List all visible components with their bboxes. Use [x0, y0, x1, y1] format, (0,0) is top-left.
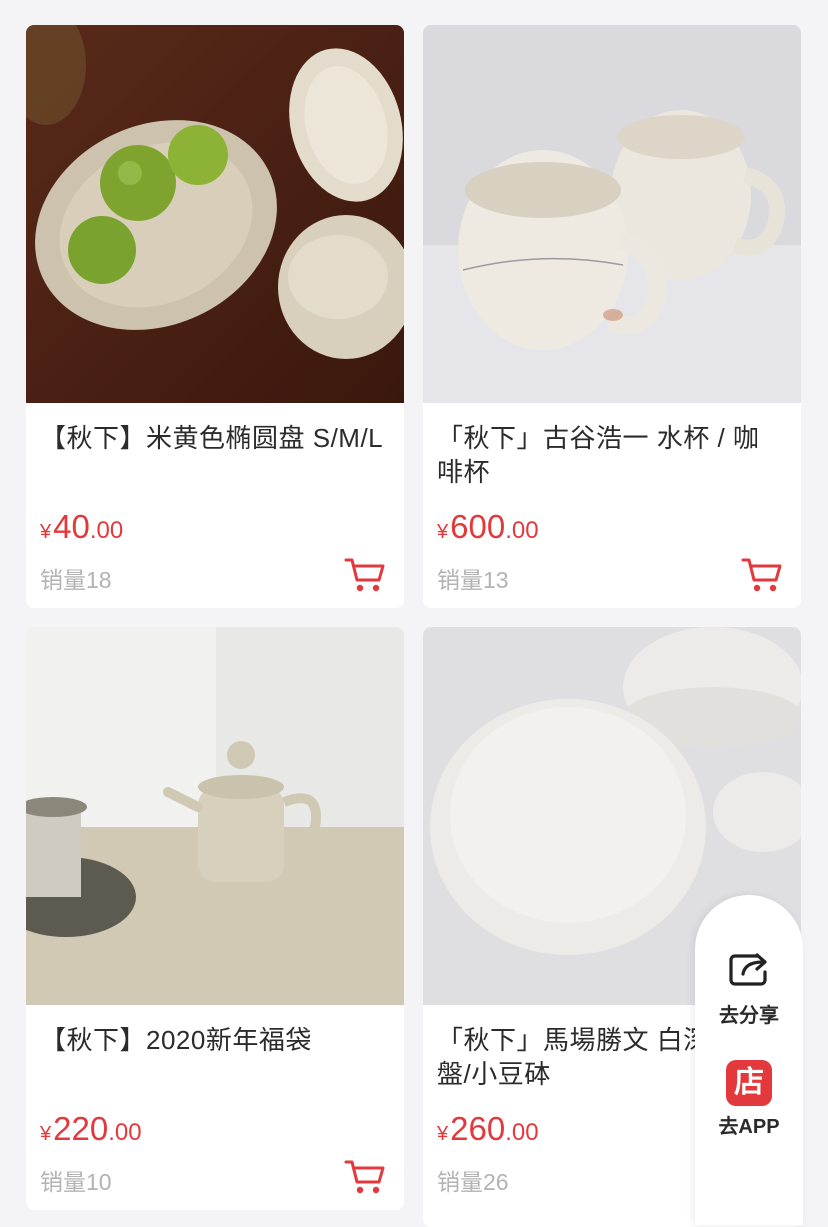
app-label: 去APP [718, 1116, 780, 1138]
product-title[interactable]: 【秋下】2020新年福袋 [40, 1023, 385, 1057]
cart-icon[interactable] [741, 556, 783, 594]
floating-action-panel: 去分享 店 去APP [695, 895, 803, 1225]
product-title[interactable]: 【秋下】米黄色椭圆盘 S/M/L [40, 421, 385, 455]
product-price: ¥260.00 [437, 1110, 539, 1147]
cart-icon[interactable] [344, 1158, 386, 1196]
product-card[interactable]: 【秋下】米黄色椭圆盘 S/M/L ¥40.00 销量18 [26, 25, 404, 608]
sales-count: 销量26 [437, 1169, 509, 1195]
product-price: ¥600.00 [437, 508, 539, 545]
product-price: ¥220.00 [40, 1110, 142, 1147]
product-grid: 【秋下】米黄色椭圆盘 S/M/L ¥40.00 销量18 「秋下」古谷浩一 水杯… [0, 0, 828, 1227]
share-label: 去分享 [719, 1005, 779, 1027]
open-app-button[interactable]: 店 去APP [695, 1060, 803, 1139]
product-card[interactable]: 【秋下】2020新年福袋 ¥220.00 销量10 [26, 627, 404, 1210]
product-image[interactable] [26, 627, 404, 1005]
product-price: ¥40.00 [40, 508, 124, 545]
product-image[interactable] [26, 25, 404, 403]
share-icon [729, 953, 767, 986]
product-card[interactable]: 「秋下」古谷浩一 水杯 / 咖啡杯 ¥600.00 销量13 [423, 25, 801, 608]
product-title[interactable]: 「秋下」古谷浩一 水杯 / 咖啡杯 [437, 421, 782, 489]
sales-count: 销量13 [437, 567, 509, 593]
cart-icon[interactable] [344, 556, 386, 594]
product-image[interactable] [423, 25, 801, 403]
sales-count: 销量10 [40, 1169, 112, 1195]
store-icon: 店 [726, 1060, 772, 1106]
sales-count: 销量18 [40, 567, 112, 593]
share-button[interactable]: 去分享 [695, 950, 803, 1028]
